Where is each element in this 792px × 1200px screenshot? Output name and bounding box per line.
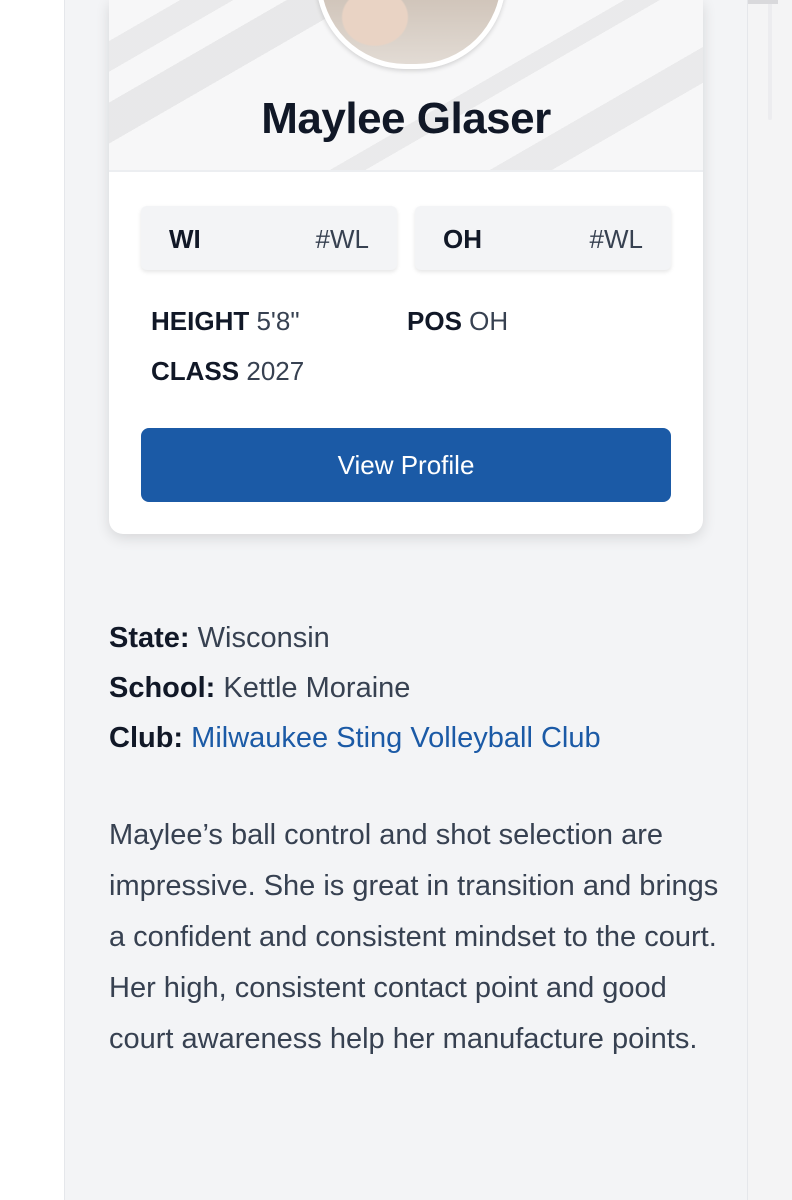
height-stat: HEIGHT 5'8" (151, 306, 300, 337)
height-value: 5'8" (256, 306, 300, 336)
player-card: Maylee Glaser WI #WL OH #WL HEIGHT 5'8" (109, 0, 703, 534)
position-rank-tag: OH #WL (415, 206, 671, 270)
state-rank-tag: WI #WL (141, 206, 397, 270)
school-value: Kettle Moraine (223, 672, 411, 704)
scrollbar-thumb[interactable] (768, 0, 772, 120)
avatar (316, 0, 506, 69)
tag-value: #WL (315, 224, 369, 254)
tag-value: #WL (589, 224, 643, 254)
position-stat: POS OH (407, 306, 508, 337)
pos-label: POS (407, 306, 462, 336)
tag-row: WI #WL OH #WL (141, 206, 671, 270)
view-profile-button[interactable]: View Profile (141, 428, 671, 502)
club-row: Club: Milwaukee Sting Volleyball Club (109, 722, 601, 772)
school-row: School: Kettle Moraine (109, 672, 601, 722)
class-label: CLASS (151, 356, 240, 386)
page: Maylee Glaser WI #WL OH #WL HEIGHT 5'8" (0, 0, 792, 1200)
card-header: Maylee Glaser (109, 0, 703, 172)
tag-key: WI (169, 224, 201, 254)
tag-key: OH (443, 224, 482, 254)
class-value: 2027 (246, 356, 305, 386)
player-details: State: Wisconsin School: Kettle Moraine … (109, 622, 601, 772)
school-label: School: (109, 672, 216, 704)
state-row: State: Wisconsin (109, 622, 601, 672)
state-label: State: (109, 622, 190, 654)
state-value: Wisconsin (197, 622, 330, 654)
player-bio: Maylee’s ball control and shot selection… (109, 819, 719, 1055)
scrollbar[interactable] (747, 0, 792, 1200)
content-panel: Maylee Glaser WI #WL OH #WL HEIGHT 5'8" (64, 0, 748, 1200)
player-name: Maylee Glaser (261, 94, 551, 143)
class-stat: CLASS 2027 (151, 356, 304, 387)
club-label: Club: (109, 722, 184, 754)
club-link[interactable]: Milwaukee Sting Volleyball Club (191, 722, 600, 754)
height-label: HEIGHT (151, 306, 250, 336)
pos-value: OH (469, 306, 509, 336)
